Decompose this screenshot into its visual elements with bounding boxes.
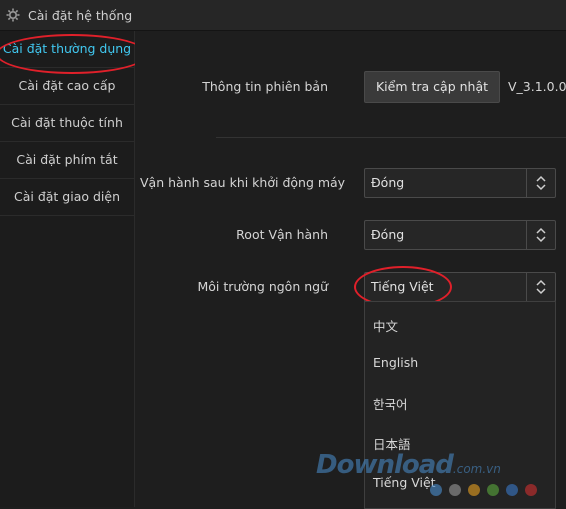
watermark-dot bbox=[449, 484, 461, 496]
sidebar-item-interface-settings[interactable]: Cài đặt giao diện bbox=[0, 179, 134, 216]
updown-chevron-icon[interactable] bbox=[526, 221, 555, 249]
watermark-main: Download bbox=[316, 450, 454, 480]
watermark-suffix: .com.vn bbox=[452, 462, 501, 476]
startup-action-label: Vận hành sau khi khởi động máy bbox=[140, 175, 346, 190]
check-update-button[interactable]: Kiểm tra cập nhật bbox=[364, 71, 500, 103]
highlight-ring-sidebar bbox=[0, 34, 148, 74]
language-option[interactable]: English bbox=[373, 355, 418, 370]
root-action-value: Đóng bbox=[371, 227, 405, 242]
title-bar: Cài đặt hệ thống bbox=[0, 0, 566, 31]
settings-sidebar: Cài đặt thường dụng Cài đặt cao cấp Cài … bbox=[0, 31, 135, 507]
updown-chevron-icon[interactable] bbox=[526, 273, 555, 301]
section-divider bbox=[216, 137, 566, 138]
startup-action-value: Đóng bbox=[371, 175, 405, 190]
watermark-dots bbox=[430, 484, 537, 498]
sidebar-item-shortcut-settings[interactable]: Cài đặt phím tắt bbox=[0, 142, 134, 179]
version-info-label: Thông tin phiên bản bbox=[202, 79, 328, 94]
gear-icon bbox=[6, 8, 20, 22]
language-option[interactable]: 中文 bbox=[373, 316, 398, 335]
updown-chevron-icon[interactable] bbox=[526, 169, 555, 197]
root-action-label: Root Vận hành bbox=[236, 227, 328, 242]
sidebar-item-property-settings[interactable]: Cài đặt thuộc tính bbox=[0, 105, 134, 142]
language-label: Môi trường ngôn ngữ bbox=[197, 279, 329, 294]
root-action-select[interactable]: Đóng bbox=[364, 220, 556, 250]
watermark-dot bbox=[506, 484, 518, 496]
watermark-dot bbox=[487, 484, 499, 496]
watermark-dot bbox=[468, 484, 480, 496]
window-title: Cài đặt hệ thống bbox=[28, 7, 133, 23]
version-number: V_3.1.0.0 bbox=[508, 79, 566, 94]
language-option[interactable]: 한국어 bbox=[373, 394, 408, 413]
watermark-dot bbox=[430, 484, 442, 496]
watermark-logo: Download.com.vn bbox=[316, 450, 556, 480]
watermark-dot bbox=[525, 484, 537, 496]
startup-action-select[interactable]: Đóng bbox=[364, 168, 556, 198]
